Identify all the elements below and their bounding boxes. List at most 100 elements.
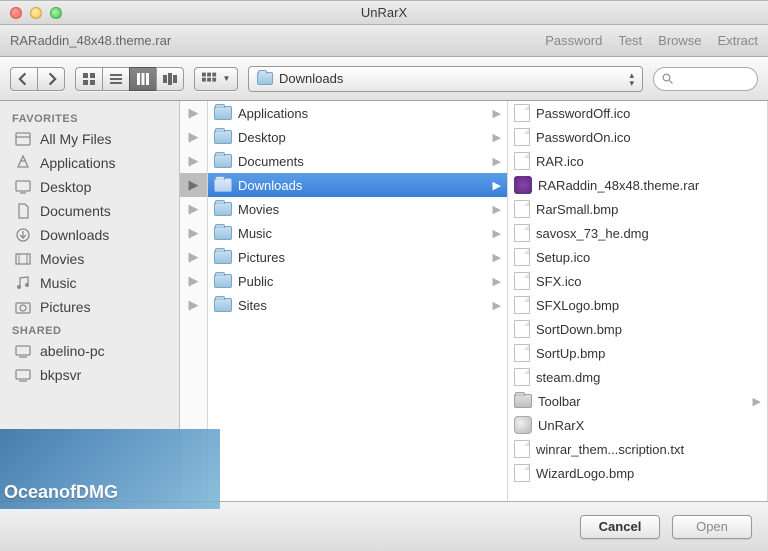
password-button[interactable]: Password [545, 33, 602, 48]
file-icon [514, 224, 530, 242]
folder-label: Documents [238, 154, 304, 169]
movies-icon [14, 251, 32, 267]
folder-row[interactable]: Desktop▶ [208, 125, 507, 149]
parent-chevron[interactable]: ▶ [180, 221, 207, 245]
search-field[interactable] [653, 67, 758, 91]
list-view-button[interactable] [102, 67, 130, 91]
folder-row[interactable]: Movies▶ [208, 197, 507, 221]
minimize-icon[interactable] [30, 7, 42, 19]
browse-button[interactable]: Browse [658, 33, 701, 48]
sidebar-item-documents[interactable]: Documents [0, 199, 179, 223]
parent-chevron[interactable]: ▶ [180, 197, 207, 221]
folder-row[interactable]: Public▶ [208, 269, 507, 293]
extract-button[interactable]: Extract [718, 33, 758, 48]
sidebar-item-label: Documents [40, 203, 111, 219]
folder-label: Downloads [238, 178, 302, 193]
column-parent[interactable]: ▶▶▶▶▶▶▶▶▶ [180, 101, 208, 501]
file-row[interactable]: Toolbar▶ [508, 389, 767, 413]
folder-row[interactable]: Applications▶ [208, 101, 507, 125]
zoom-icon[interactable] [50, 7, 62, 19]
file-icon [514, 464, 530, 482]
sidebar-item-applications[interactable]: Applications [0, 151, 179, 175]
dialog-footer: Cancel Open [0, 501, 768, 551]
column-files[interactable]: PasswordOff.icoPasswordOn.ico RAR.ico RARa… [508, 101, 768, 501]
folder-row[interactable]: Documents▶ [208, 149, 507, 173]
file-icon [514, 104, 530, 122]
sidebar-item-movies[interactable]: Movies [0, 247, 179, 271]
test-button[interactable]: Test [618, 33, 642, 48]
folder-label: Sites [238, 298, 267, 313]
forward-button[interactable] [37, 67, 65, 91]
computer-icon [14, 343, 32, 359]
file-row[interactable]: UnRarX [508, 413, 767, 437]
file-row[interactable]: steam.dmg [508, 365, 767, 389]
sidebar-item-music[interactable]: Music [0, 271, 179, 295]
folder-icon [214, 130, 232, 144]
rar-icon [514, 176, 532, 194]
icon-view-button[interactable] [75, 67, 103, 91]
parent-chevron[interactable]: ▶ [180, 125, 207, 149]
favorites-header: FAVORITES [0, 107, 179, 127]
sidebar-item-label: Downloads [40, 227, 109, 243]
file-row[interactable]: savosx_73_he.dmg [508, 221, 767, 245]
folder-label: Music [238, 226, 272, 241]
parent-chevron[interactable]: ▶ [180, 245, 207, 269]
folder-row[interactable]: Downloads▶ [208, 173, 507, 197]
file-row[interactable]: PasswordOff.ico [508, 101, 767, 125]
downloads-icon [14, 227, 32, 243]
cancel-button[interactable]: Cancel [580, 515, 660, 539]
file-row[interactable]: SortUp.bmp [508, 341, 767, 365]
file-label: savosx_73_he.dmg [536, 226, 649, 241]
file-row[interactable]: PasswordOn.ico [508, 125, 767, 149]
folder-row[interactable]: Music▶ [208, 221, 507, 245]
parent-chevron[interactable]: ▶ [180, 101, 207, 125]
sidebar-item-label: bkpsvr [40, 367, 81, 383]
column-view-button[interactable] [129, 67, 157, 91]
sidebar-item-pictures[interactable]: Pictures [0, 295, 179, 319]
parent-chevron[interactable]: ▶ [180, 149, 207, 173]
app-icon [514, 416, 532, 434]
file-label: RAR.ico [536, 154, 584, 169]
search-input[interactable] [678, 72, 748, 86]
sidebar-item-label: All My Files [40, 131, 112, 147]
parent-chevron[interactable]: ▶ [180, 293, 207, 317]
column-browser: ▶▶▶▶▶▶▶▶▶ Applications▶Desktop▶Documents… [180, 101, 768, 501]
music-icon [14, 275, 32, 291]
file-row[interactable]: RarSmall.bmp [508, 197, 767, 221]
file-row[interactable]: RAR.ico [508, 149, 767, 173]
folder-label: Public [238, 274, 273, 289]
finder-controlbar: ▼ Downloads ▴▾ [0, 57, 768, 101]
sidebar-item-desktop[interactable]: Desktop [0, 175, 179, 199]
open-button[interactable]: Open [672, 515, 752, 539]
chevron-right-icon: ▶ [493, 203, 501, 216]
sidebar-item-downloads[interactable]: Downloads [0, 223, 179, 247]
column-folders[interactable]: Applications▶Desktop▶Documents▶Downloads… [208, 101, 508, 501]
file-row[interactable]: SFX.ico [508, 269, 767, 293]
documents-icon [14, 203, 32, 219]
sidebar-item-all-my-files[interactable]: All My Files [0, 127, 179, 151]
archive-path: RARaddin_48x48.theme.rar [10, 33, 545, 48]
folder-icon [214, 226, 232, 240]
file-row[interactable]: SortDown.bmp [508, 317, 767, 341]
parent-chevron[interactable]: ▶ [180, 173, 207, 197]
file-row[interactable]: winrar_them...scription.txt [508, 437, 767, 461]
back-button[interactable] [10, 67, 38, 91]
file-row[interactable]: WizardLogo.bmp [508, 461, 767, 485]
file-row[interactable]: RARaddin_48x48.theme.rar [508, 173, 767, 197]
computer-icon [14, 367, 32, 383]
coverflow-view-button[interactable] [156, 67, 184, 91]
parent-chevron[interactable]: ▶ [180, 269, 207, 293]
sidebar-item-shared-2[interactable]: bkpsvr [0, 363, 179, 387]
sidebar-item-shared-1[interactable]: abelino-pc [0, 339, 179, 363]
file-icon [514, 368, 530, 386]
arrange-button[interactable]: ▼ [194, 67, 238, 91]
location-popup[interactable]: Downloads ▴▾ [248, 66, 643, 92]
file-row[interactable]: SFXLogo.bmp [508, 293, 767, 317]
chevron-right-icon: ▶ [493, 107, 501, 120]
file-row[interactable]: Setup.ico [508, 245, 767, 269]
sidebar-item-label: Applications [40, 155, 116, 171]
folder-row[interactable]: Sites▶ [208, 293, 507, 317]
sidebar-item-label: Movies [40, 251, 84, 267]
folder-row[interactable]: Pictures▶ [208, 245, 507, 269]
close-icon[interactable] [10, 7, 22, 19]
